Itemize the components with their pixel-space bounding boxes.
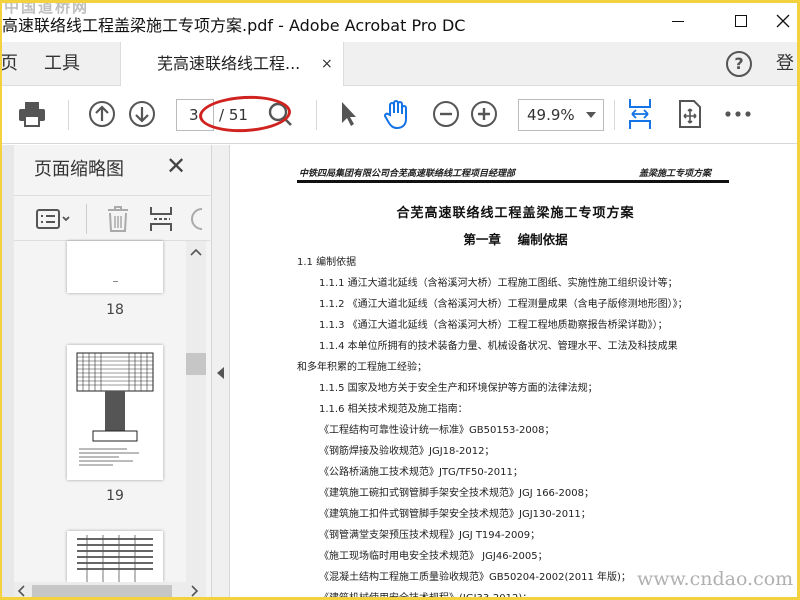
toolbar-divider [614,100,615,130]
scrollbar-thumb[interactable] [186,353,206,375]
body-line: 1.1.4 本单位所拥有的技术装备力量、机械设备状况、管理水平、工法及科技成果 [319,341,678,352]
document-header-left: 中铁四局集团有限公司合芜高速联络线工程项目经理部 [299,169,516,179]
reference-line: 《建筑机械使用安全技术规程》(JGJ33-2012)； [319,593,533,600]
thumbnail-panel-title: 页面缩略图 [34,159,124,180]
body-line: 1.1.3 《通江大道北延线（含裕溪河大桥）工程工程地质勘察报告桥梁详勘》）； [319,320,668,331]
scroll-left-icon[interactable] [16,582,28,600]
tab-bar: 页 工具 芜高速联络线工程... × ? 登 [0,42,800,86]
main-toolbar: 3 / 51 49.9% [0,86,800,144]
fit-page-icon[interactable] [624,98,656,130]
thumbnail-page[interactable] [67,531,163,582]
thumbnail-page[interactable] [67,345,163,480]
header-rule [297,180,729,183]
print-icon[interactable] [16,98,48,130]
tab-document-label: 芜高速联络线工程... [157,54,301,73]
prev-page-icon[interactable] [86,98,118,130]
toolbar-divider [86,204,87,234]
thumbnail-horizontal-scrollbar[interactable] [14,582,206,600]
tab-tools[interactable]: 工具 [44,42,80,86]
options-menu-icon[interactable] [36,208,72,234]
login-link[interactable]: 登 [776,42,794,86]
zoom-in-icon[interactable] [468,98,500,130]
panel-collapse-tab[interactable] [0,145,14,600]
thumbnail-scrollbar[interactable] [186,241,206,582]
watermark-bottom: www.cndao.com [637,568,794,590]
reference-line: 《工程结构可靠性设计统一标准》GB50153-2008； [319,425,555,436]
title-bar: 中国道桥网 高速联络线工程盖梁施工专项方案.pdf - Adobe Acroba… [0,0,800,42]
window-title: 高速联络线工程盖梁施工专项方案.pdf - Adobe Acrobat Pro … [2,16,466,35]
body-line: 和多年积累的工程施工经验； [297,362,427,373]
body-line: 1.1.1 通江大道北延线（含裕溪河大桥）工程施工图纸、实施性施工组织设计等； [319,278,678,289]
next-page-icon[interactable] [126,98,158,130]
reference-line: 《钢筋焊接及验收规范》JGJ18-2012； [319,446,495,457]
reference-line: 《钢管满堂支架预压技术规程》JGJ T194-2009； [319,530,541,541]
more-icon[interactable] [722,98,754,130]
reference-line: 《施工现场临时用电安全技术规范》 JGJ46-2005； [319,551,548,562]
minimize-icon[interactable] [655,6,701,36]
tab-close-icon[interactable]: × [321,42,333,86]
reference-line: 《混凝土结构工程施工质量验收规范》GB50204-2002(2011 年版)； [319,572,631,583]
collapse-arrow-icon[interactable] [217,367,224,379]
document-header-right: 盖梁施工专项方案 [639,169,712,179]
close-icon[interactable] [760,6,800,36]
thumbnail-page-number: 19 [106,488,124,504]
toolbar-divider [68,100,69,130]
body-line: 1.1.2 《通江大道北延线（含裕溪河大桥）工程测量成果（含电子版修测地形图）》… [319,299,688,310]
scroll-mode-icon[interactable] [674,98,706,130]
zoom-value: 49.9% [527,106,575,124]
help-icon[interactable]: ? [726,51,752,77]
thumbnail-page-drawing [77,535,153,582]
reference-line: 《建筑施工扣件式钢管脚手架安全技术规范》JGJ130-2011； [319,509,591,520]
toolbar-divider [316,100,317,130]
trash-icon[interactable] [106,205,130,237]
document-page[interactable]: 中铁四局集团有限公司合芜高速联络线工程项目经理部 盖梁施工专项方案 合芜高速联络… [231,145,800,600]
tab-home[interactable]: 页 [0,42,18,86]
section-heading: 1.1 编制依据 [297,257,357,268]
insert-page-icon[interactable] [148,205,176,237]
chapter-heading: 第一章 编制依据 [463,232,568,247]
thumbnail-page-number: 18 [106,302,124,318]
thumbnail-page[interactable] [67,241,163,293]
body-line: 1.1.6 相关技术规范及施工指南： [319,404,468,415]
scroll-up-icon[interactable] [186,245,206,259]
reference-line: 《建筑施工碗扣式钢管脚手架安全技术规范》JGJ 166-2008； [319,488,594,499]
thumbnail-toolbar [14,195,210,241]
zoom-select[interactable]: 49.9% [518,99,604,131]
chevron-down-icon [586,112,596,118]
zoom-out-icon[interactable] [430,98,462,130]
panel-splitter[interactable] [212,145,230,600]
rotate-icon[interactable] [190,206,204,236]
thumbnail-page-mark [113,281,118,282]
thumbnail-panel: 页面缩略图 ✕ 18 19 [0,145,212,600]
scrollbar-thumb[interactable] [32,585,172,597]
thumbnail-page-drawing [76,352,154,466]
hand-tool-icon[interactable] [381,98,413,130]
maximize-icon[interactable] [718,6,764,36]
reference-line: 《公路桥涵施工技术规范》JTG/TF50-2011； [319,467,523,478]
scroll-right-icon[interactable] [188,582,200,600]
panel-close-icon[interactable]: ✕ [166,153,186,179]
document-title: 合芜高速联络线工程盖梁施工专项方案 [396,206,635,221]
tab-document[interactable]: 芜高速联络线工程... × [120,42,344,86]
select-arrow-icon[interactable] [332,98,364,130]
body-line: 1.1.5 国家及地方关于安全生产和环境保护等方面的法律法规； [319,383,598,394]
